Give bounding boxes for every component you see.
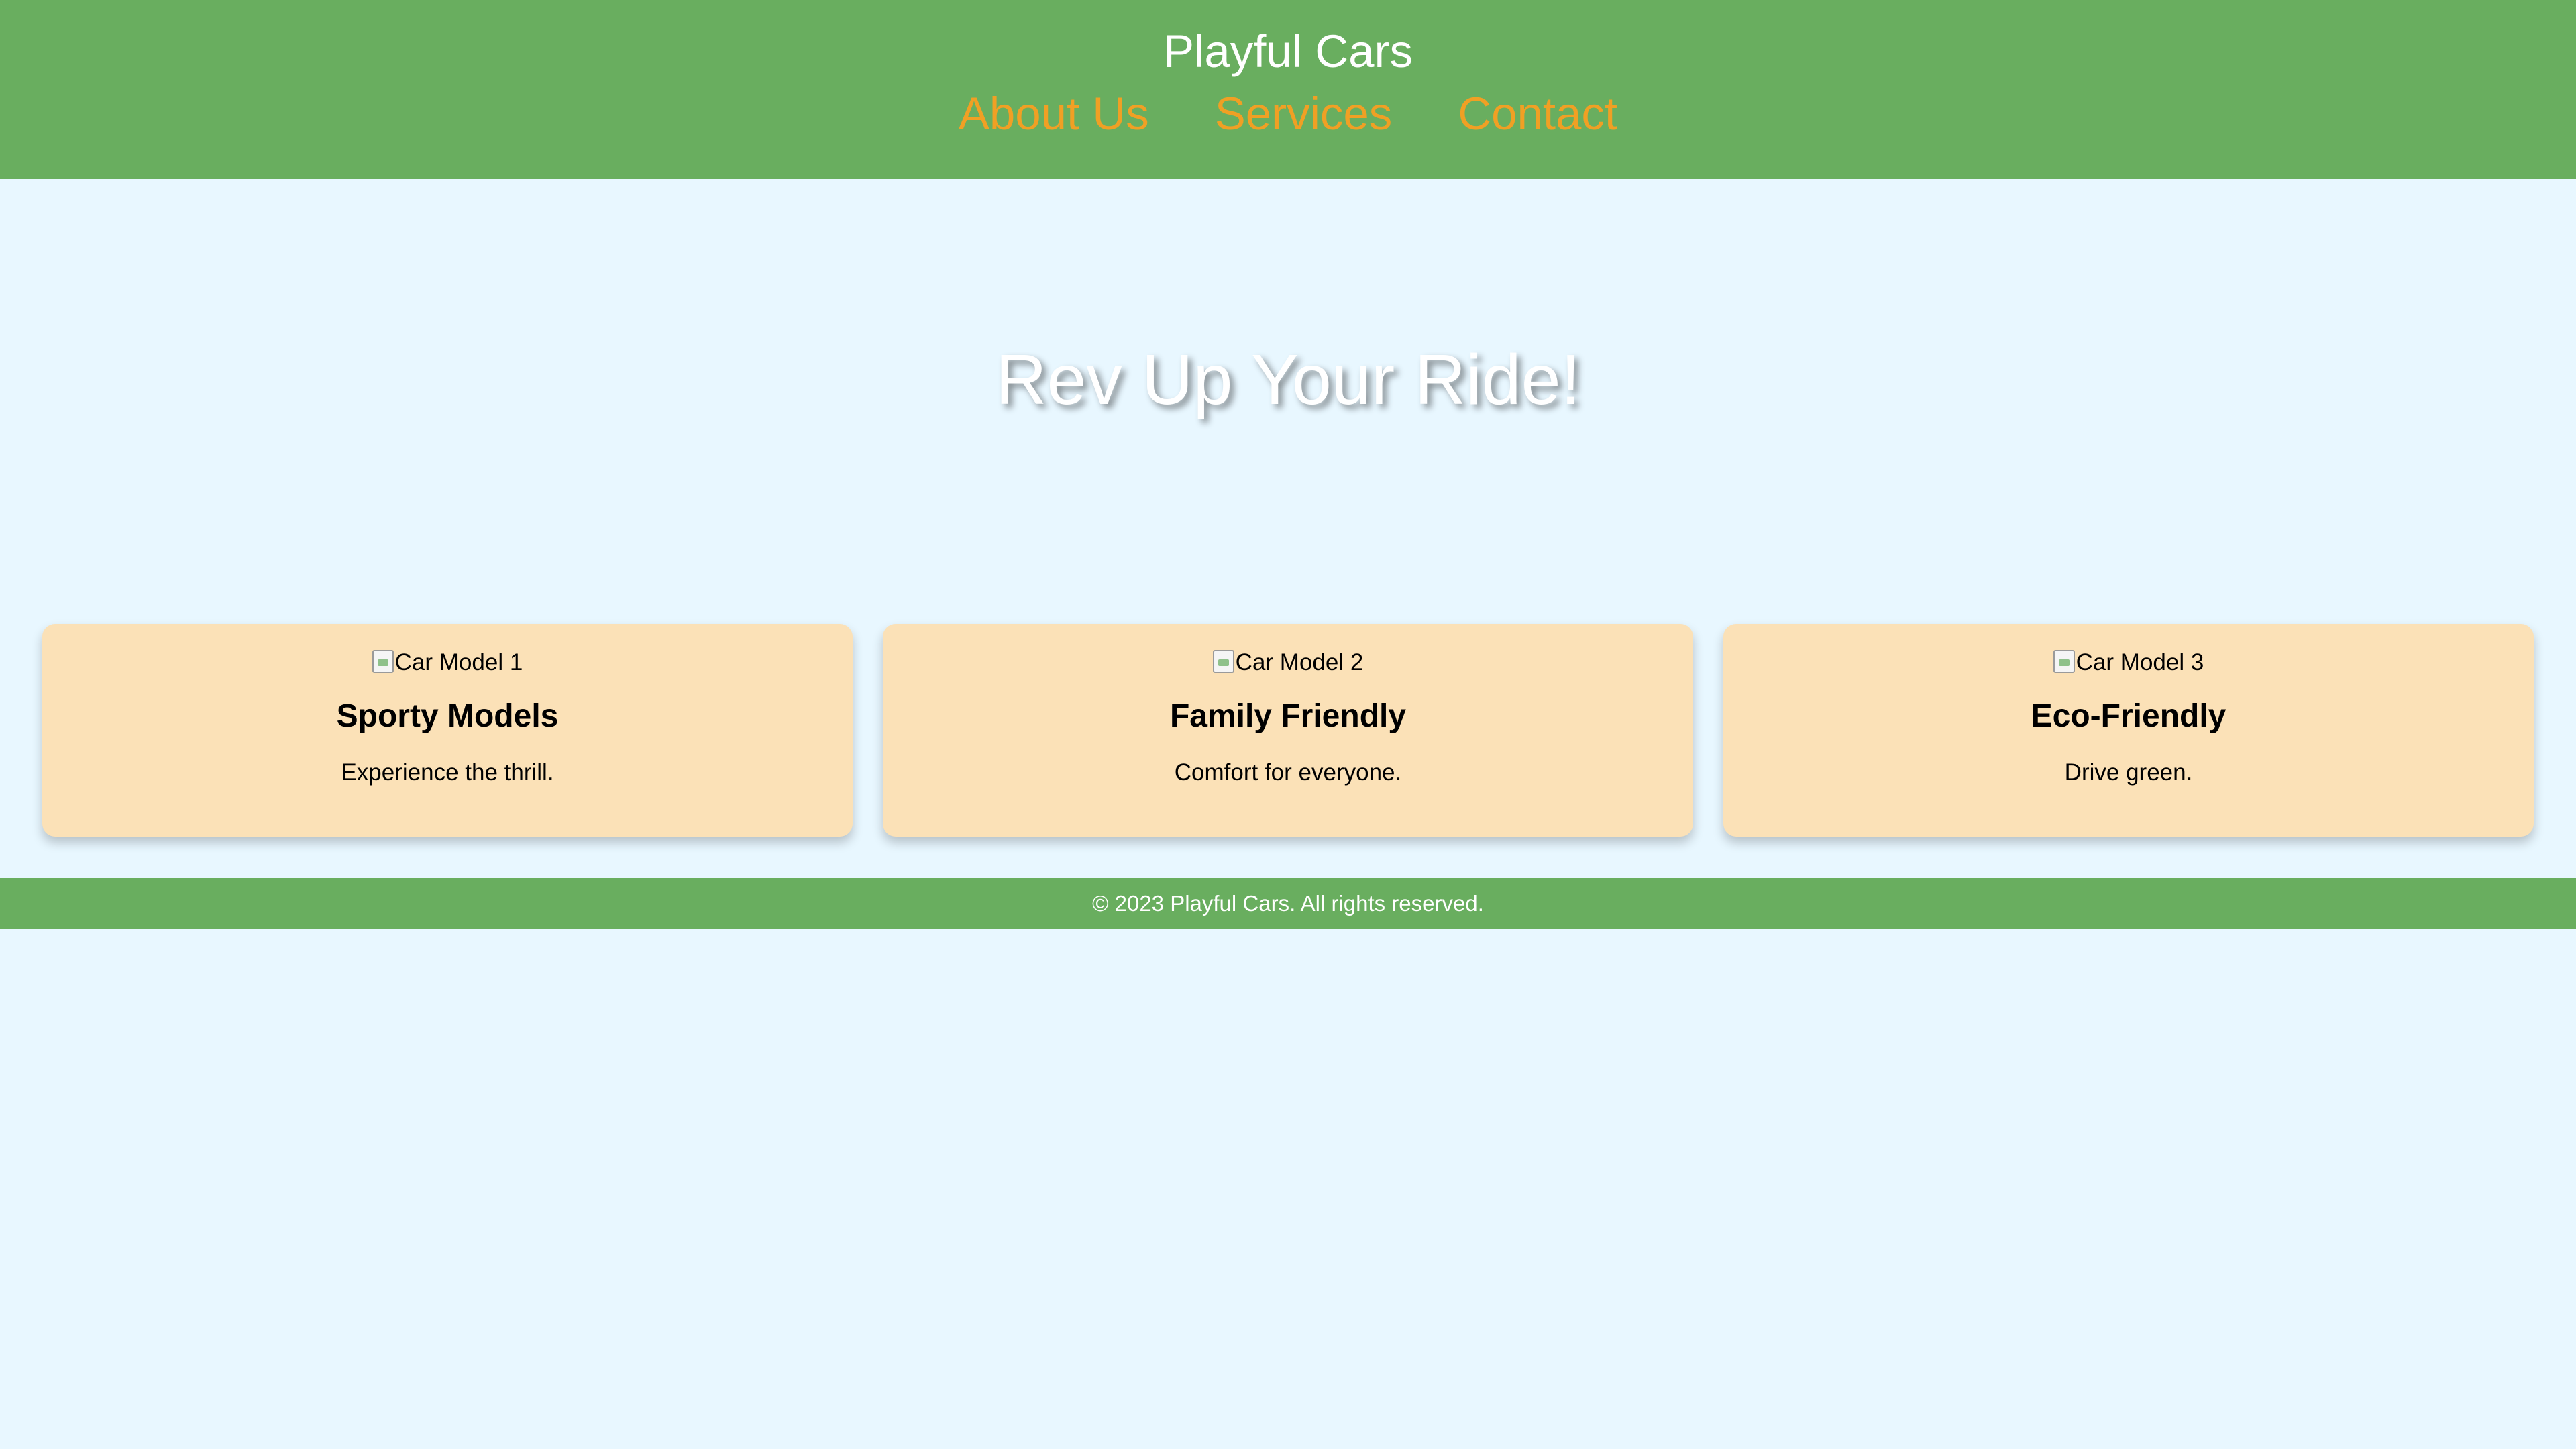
car-image: Car Model 1 bbox=[42, 648, 853, 678]
broken-image-icon bbox=[2053, 650, 2075, 673]
car-image-alt-text: Car Model 1 bbox=[394, 649, 523, 676]
card-description: Comfort for everyone. bbox=[1174, 759, 1402, 786]
card-description: Drive green. bbox=[2064, 759, 2193, 786]
nav-link-services[interactable]: Services bbox=[1215, 82, 1393, 146]
site-title: Playful Cars bbox=[1163, 25, 1413, 77]
car-image: Car Model 2 bbox=[883, 648, 1693, 678]
card-description: Experience the thrill. bbox=[341, 759, 554, 786]
site-header: Playful Cars About Us Services Contact bbox=[0, 0, 2576, 179]
car-image: Car Model 3 bbox=[1723, 648, 2534, 678]
hero-banner: Rev Up Your Ride! bbox=[0, 179, 2576, 624]
car-image-alt-text: Car Model 3 bbox=[2076, 649, 2204, 676]
nav-link-contact[interactable]: Contact bbox=[1458, 82, 1617, 146]
car-cards: Car Model 1 Sporty Models Experience the… bbox=[42, 624, 2534, 837]
car-image-alt-text: Car Model 2 bbox=[1235, 649, 1364, 676]
nav-link-about-us[interactable]: About Us bbox=[959, 82, 1149, 146]
card-title: Family Friendly bbox=[1169, 698, 1407, 734]
main-nav: About Us Services Contact bbox=[0, 82, 2576, 146]
site-footer: © 2023 Playful Cars. All rights reserved… bbox=[0, 878, 2576, 929]
hero-title: Rev Up Your Ride! bbox=[995, 340, 1581, 419]
card-title: Sporty Models bbox=[336, 698, 559, 734]
card-family-friendly: Car Model 2 Family Friendly Comfort for … bbox=[883, 624, 1693, 837]
broken-image-icon bbox=[372, 650, 394, 673]
card-title: Eco-Friendly bbox=[2031, 698, 2226, 734]
card-sporty-models: Car Model 1 Sporty Models Experience the… bbox=[42, 624, 853, 837]
broken-image-icon bbox=[1212, 650, 1234, 673]
card-eco-friendly: Car Model 3 Eco-Friendly Drive green. bbox=[1723, 624, 2534, 837]
copyright-text: © 2023 Playful Cars. All rights reserved… bbox=[1092, 891, 1484, 916]
